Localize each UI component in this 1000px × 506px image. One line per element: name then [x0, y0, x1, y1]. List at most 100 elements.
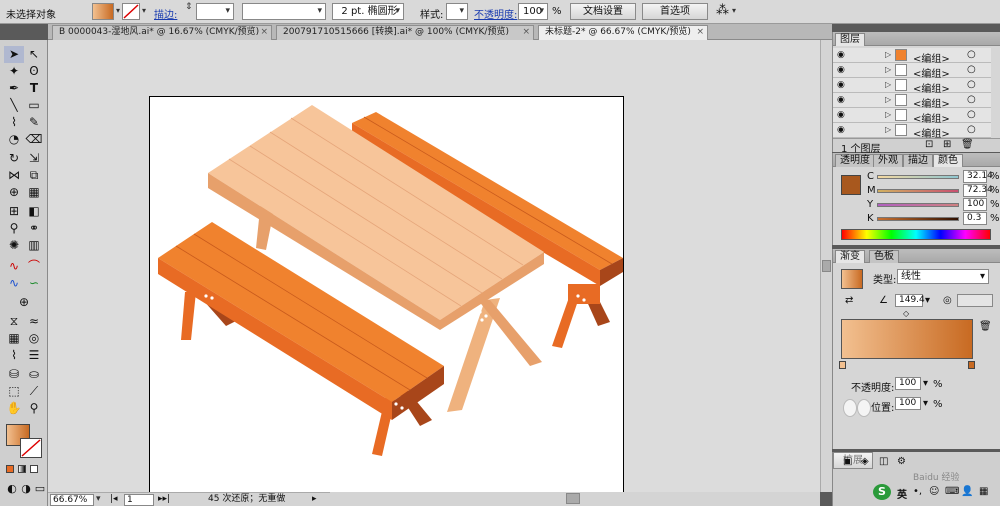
scale-tool-icon[interactable]: ⇲ [24, 150, 44, 167]
curve-tool-blue-icon[interactable]: ∿ [4, 275, 24, 292]
color-spectrum[interactable] [841, 229, 991, 240]
channel-c-input[interactable]: 32.14 [963, 170, 993, 183]
gradient-type-dropdown[interactable]: 线性 ▾ [897, 269, 989, 284]
target-icon[interactable]: ○ [967, 79, 976, 90]
magic-wand-tool-icon[interactable]: ✦ [4, 63, 24, 80]
ime-keyboard-icon[interactable]: ⌨ [945, 486, 959, 497]
free-transform-tool-icon[interactable]: ⧉ [24, 167, 44, 184]
curve-tool-green-icon[interactable]: ∽ [24, 275, 44, 292]
layer-row[interactable]: ◉ ▷ <编组> ○ [833, 123, 991, 140]
layer-row[interactable]: ◉ ▷ <编组> ○ [833, 63, 991, 80]
none-mode-icon[interactable] [30, 465, 38, 473]
mesh-tool-icon[interactable]: ⊞ [4, 203, 24, 220]
expand-icon[interactable]: ▷ [885, 80, 891, 89]
opacity-input[interactable]: 100 [518, 3, 548, 20]
delete-stop-icon[interactable]: 🗑 [979, 321, 992, 332]
target-icon[interactable]: ○ [967, 49, 976, 60]
blend-tool-icon[interactable]: ⚭ [24, 220, 44, 237]
fill-swatch[interactable] [92, 3, 114, 20]
eye-icon[interactable]: ◉ [837, 125, 845, 135]
expand-icon[interactable]: ▷ [885, 65, 891, 74]
variable-width-dropdown[interactable] [242, 3, 326, 20]
first-page-icon[interactable]: |◂ [110, 494, 118, 506]
paintbrush-tool-icon[interactable]: ⌇ [4, 114, 24, 131]
horizontal-scrollbar[interactable] [330, 492, 820, 506]
target-icon[interactable]: ○ [967, 94, 976, 105]
eye-icon[interactable]: ◉ [837, 110, 845, 120]
tab-color[interactable]: 颜色 [933, 154, 963, 167]
view-icon[interactable]: ◫ [879, 456, 888, 467]
gradient-angle-input[interactable]: 149.4 [895, 294, 925, 307]
channel-y-input[interactable]: 100 [963, 198, 987, 211]
gradient-stop-end[interactable] [968, 361, 975, 369]
channel-m-slider[interactable] [877, 189, 959, 193]
tab-transparency[interactable]: 透明度 [835, 154, 875, 167]
stroke-weight-stepper[interactable]: ⇕ [185, 2, 193, 12]
gradient-ramp[interactable] [841, 319, 973, 359]
midpoint-diamond-icon[interactable]: ◇ [903, 309, 909, 318]
aspect-ratio-input[interactable] [957, 294, 993, 307]
delete-layer-icon[interactable]: 🗑 [961, 139, 974, 150]
eye-icon[interactable]: ◉ [837, 50, 845, 60]
ime-emoji-icon[interactable]: ☺ [929, 486, 939, 497]
fill-dropdown-icon[interactable]: ▾ [116, 6, 120, 15]
screen-mode-icon[interactable]: ▭ [30, 480, 50, 497]
channel-k-input[interactable]: 0.3 [963, 212, 987, 225]
eraser-tool-icon[interactable]: ⌫ [24, 131, 44, 148]
tab-swatches[interactable]: 色板 [869, 250, 899, 263]
next-page-icon[interactable]: ▸▸| [158, 494, 170, 506]
rotate-tool-icon[interactable]: ↻ [4, 150, 24, 167]
reverse-gradient-icon[interactable]: ⇄ [845, 295, 853, 306]
ime-grid-icon[interactable]: ▦ [979, 486, 988, 497]
ime-language-toggle[interactable]: 英 [897, 486, 907, 501]
gradient-mode-icon[interactable] [18, 465, 26, 473]
grid-tool-icon[interactable]: ▦ [4, 330, 24, 347]
close-icon[interactable]: × [260, 26, 268, 39]
tab-document-3[interactable]: 未标题-2* @ 66.67% (CMYK/预览) × [538, 25, 708, 40]
expand-icon[interactable]: ▷ [885, 110, 891, 119]
hand-tool-icon[interactable]: ✋ [4, 400, 24, 417]
ime-logo-icon[interactable]: S [873, 484, 891, 500]
new-sublayer-icon[interactable]: ⊡ [925, 139, 933, 150]
position-dropdown-icon[interactable]: ▾ [923, 398, 928, 409]
perspective-grid-tool-icon[interactable]: ▦ [24, 184, 44, 201]
new-layer-icon[interactable]: ⊞ [943, 139, 951, 150]
path-tool-icon[interactable]: ⌇ [4, 347, 24, 364]
stop-position-input[interactable]: 100 [895, 397, 921, 410]
zoom-field[interactable]: 66.67% [50, 494, 94, 506]
tab-appearance[interactable]: 外观 [873, 154, 903, 167]
document-setup-button[interactable]: 文档设置 [570, 3, 636, 20]
vertical-scrollbar[interactable] [820, 40, 832, 492]
channel-y-slider[interactable] [877, 203, 959, 207]
expand-icon[interactable]: ▷ [885, 50, 891, 59]
gradient-preview-swatch[interactable] [841, 269, 863, 289]
panel-menu-icon[interactable]: ▾ [732, 6, 736, 15]
color-preview-swatch[interactable] [841, 175, 861, 195]
layer-row[interactable]: ◉ ▷ <编组> ○ [833, 108, 991, 125]
channel-c-slider[interactable] [877, 175, 959, 179]
channel-k-slider[interactable] [877, 217, 959, 221]
tab-document-1[interactable]: B 0000043-湿地风.ai* @ 16.67% (CMYK/预览) × [52, 25, 272, 40]
width-tool-icon[interactable]: ⋈ [4, 167, 24, 184]
expand-icon[interactable]: ▷ [885, 125, 891, 134]
brush-dropdown[interactable]: 2 pt. 椭圆形 [332, 3, 404, 20]
warp-tool-icon[interactable]: ≈ [24, 313, 44, 330]
eyedropper-tool-icon[interactable]: ⚲ [4, 220, 24, 237]
direct-selection-tool-icon[interactable]: ↖ [24, 46, 44, 63]
page-field[interactable]: 1 [124, 494, 154, 506]
pencil-tool-icon[interactable]: ✎ [24, 114, 44, 131]
tab-layers[interactable]: 图层 [835, 33, 865, 46]
tab-stroke[interactable]: 描边 [903, 154, 933, 167]
slice-tool-icon[interactable]: ⟋ [24, 383, 44, 400]
artboard-tool-icon[interactable]: ⬚ [4, 383, 24, 400]
stroke-dropdown-icon[interactable]: ▾ [142, 6, 146, 15]
shape-builder-tool-icon[interactable]: ⊕ [4, 184, 24, 201]
eye-icon[interactable]: ◉ [837, 95, 845, 105]
tab-document-2[interactable]: 200791710515666 [转换].ai* @ 100% (CMYK/预览… [276, 25, 534, 40]
target-icon[interactable]: ○ [967, 64, 976, 75]
gradient-tool-icon[interactable]: ◧ [24, 203, 44, 220]
stroke-color-swatch[interactable] [20, 438, 42, 458]
target-icon[interactable]: ○ [967, 109, 976, 120]
stroke-weight-dropdown[interactable] [196, 3, 234, 20]
expand-icon[interactable]: ▷ [885, 95, 891, 104]
